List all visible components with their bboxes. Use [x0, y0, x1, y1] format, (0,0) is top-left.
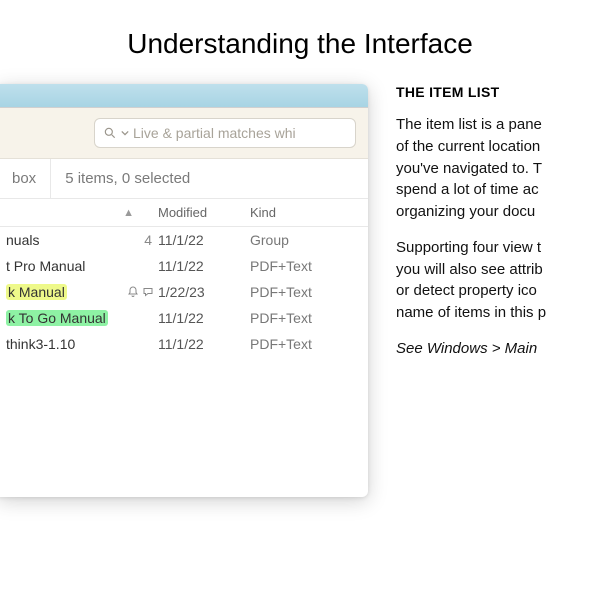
- item-count: 4: [138, 232, 152, 248]
- search-placeholder: Live & partial matches whi: [133, 125, 296, 141]
- article-paragraph: The item list is a pane of the current l…: [396, 114, 588, 223]
- item-kind: PDF+Text: [250, 336, 330, 352]
- column-header-modified[interactable]: Modified: [158, 205, 250, 220]
- list-item[interactable]: think3-1.10 11/1/22 PDF+Text: [0, 331, 368, 357]
- page-title: Understanding the Interface: [0, 0, 600, 84]
- item-name: think3-1.10: [6, 336, 75, 352]
- list-item[interactable]: k Manual 1/22/23 PDF+Text: [0, 279, 368, 305]
- article-paragraph: Supporting four view t you will also see…: [396, 237, 588, 324]
- item-modified: 11/1/22: [158, 258, 250, 274]
- item-kind: PDF+Text: [250, 258, 330, 274]
- column-header-kind[interactable]: Kind: [250, 205, 330, 220]
- item-modified: 11/1/22: [158, 336, 250, 352]
- app-window: Live & partial matches whi box 5 items, …: [0, 84, 368, 497]
- column-header-name[interactable]: ▲: [0, 207, 158, 219]
- item-name: nuals: [6, 232, 39, 248]
- path-bar: box 5 items, 0 selected: [0, 159, 368, 199]
- item-list: nuals 4 11/1/22 Group t Pro Manual 11/1/2…: [0, 227, 368, 357]
- item-modified: 11/1/22: [158, 310, 250, 326]
- toolbar: Live & partial matches whi: [0, 108, 368, 159]
- sort-ascending-icon: ▲: [123, 207, 134, 219]
- empty-space: [0, 357, 368, 497]
- list-item[interactable]: k To Go Manual 11/1/22 PDF+Text: [0, 305, 368, 331]
- list-item[interactable]: nuals 4 11/1/22 Group: [0, 227, 368, 253]
- item-name: t Pro Manual: [6, 258, 85, 274]
- item-modified: 11/1/22: [158, 232, 250, 248]
- search-icon: [103, 126, 117, 140]
- window-titlebar: [0, 84, 368, 108]
- item-kind: Group: [250, 232, 330, 248]
- path-segment[interactable]: box: [0, 159, 51, 198]
- status-text: 5 items, 0 selected: [51, 159, 204, 198]
- chevron-down-icon: [121, 129, 129, 137]
- list-item[interactable]: t Pro Manual 11/1/22 PDF+Text: [0, 253, 368, 279]
- article-text: THE ITEM LIST The item list is a pane of…: [368, 84, 588, 374]
- item-name: k To Go Manual: [6, 310, 108, 326]
- item-name: k Manual: [6, 284, 67, 300]
- item-kind: PDF+Text: [250, 310, 330, 326]
- search-input[interactable]: Live & partial matches whi: [94, 118, 356, 148]
- article-heading: THE ITEM LIST: [396, 84, 588, 100]
- item-kind: PDF+Text: [250, 284, 330, 300]
- item-modified: 1/22/23: [158, 284, 250, 300]
- comment-icon: [142, 286, 154, 298]
- column-headers: ▲ Modified Kind: [0, 199, 368, 227]
- article-see-also: See Windows > Main: [396, 338, 588, 360]
- bell-icon: [127, 286, 139, 298]
